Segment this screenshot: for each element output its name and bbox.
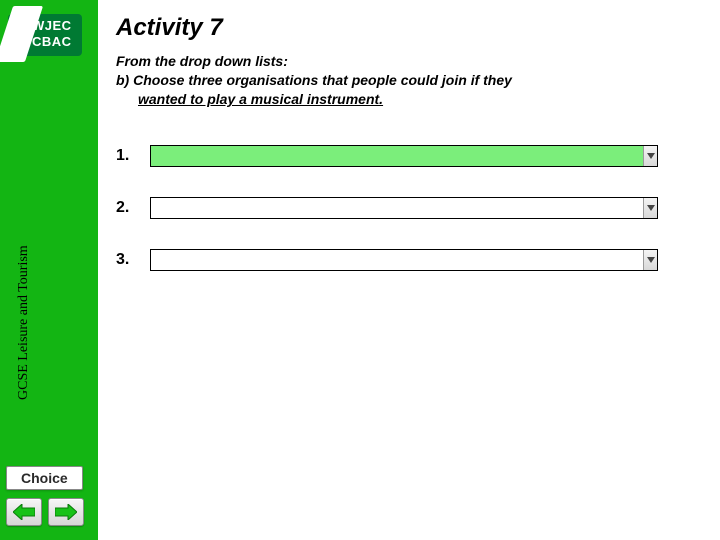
- question-number: 3.: [116, 251, 150, 269]
- question-row-3: 3.: [116, 249, 706, 271]
- dropdown-value: [151, 146, 643, 166]
- bottom-nav: Choice: [6, 466, 116, 526]
- logo-text-line1: WJEC: [32, 18, 72, 33]
- brand-logo: WJEC CBAC: [8, 8, 90, 56]
- question-row-2: 2.: [116, 197, 706, 219]
- question-row-1: 1.: [116, 145, 706, 167]
- activity-title: Activity 7: [116, 14, 706, 42]
- main-content: Activity 7 From the drop down lists: b) …: [116, 14, 706, 301]
- instruction-line-2: b) Choose three organisations that peopl…: [116, 71, 706, 90]
- question-number: 1.: [116, 147, 150, 165]
- chevron-down-icon[interactable]: [643, 146, 657, 166]
- instruction-line-1: From the drop down lists:: [116, 52, 706, 71]
- chevron-down-icon[interactable]: [643, 198, 657, 218]
- dropdown-value: [151, 250, 643, 270]
- sidebar: WJEC CBAC GCSE Leisure and Tourism: [0, 0, 98, 540]
- dropdown-2[interactable]: [150, 197, 658, 219]
- choice-button[interactable]: Choice: [6, 466, 83, 490]
- instruction-line-3: wanted to play a musical instrument.: [116, 90, 706, 109]
- course-vertical-label: GCSE Leisure and Tourism: [16, 245, 32, 400]
- arrow-right-icon: [55, 504, 77, 520]
- dropdown-3[interactable]: [150, 249, 658, 271]
- dropdown-1[interactable]: [150, 145, 658, 167]
- nav-arrows: [6, 498, 116, 526]
- logo-text-line2: CBAC: [32, 34, 72, 49]
- arrow-left-icon: [13, 504, 35, 520]
- question-number: 2.: [116, 199, 150, 217]
- activity-instructions: From the drop down lists: b) Choose thre…: [116, 52, 706, 109]
- next-button[interactable]: [48, 498, 84, 526]
- dropdown-value: [151, 198, 643, 218]
- prev-button[interactable]: [6, 498, 42, 526]
- chevron-down-icon[interactable]: [643, 250, 657, 270]
